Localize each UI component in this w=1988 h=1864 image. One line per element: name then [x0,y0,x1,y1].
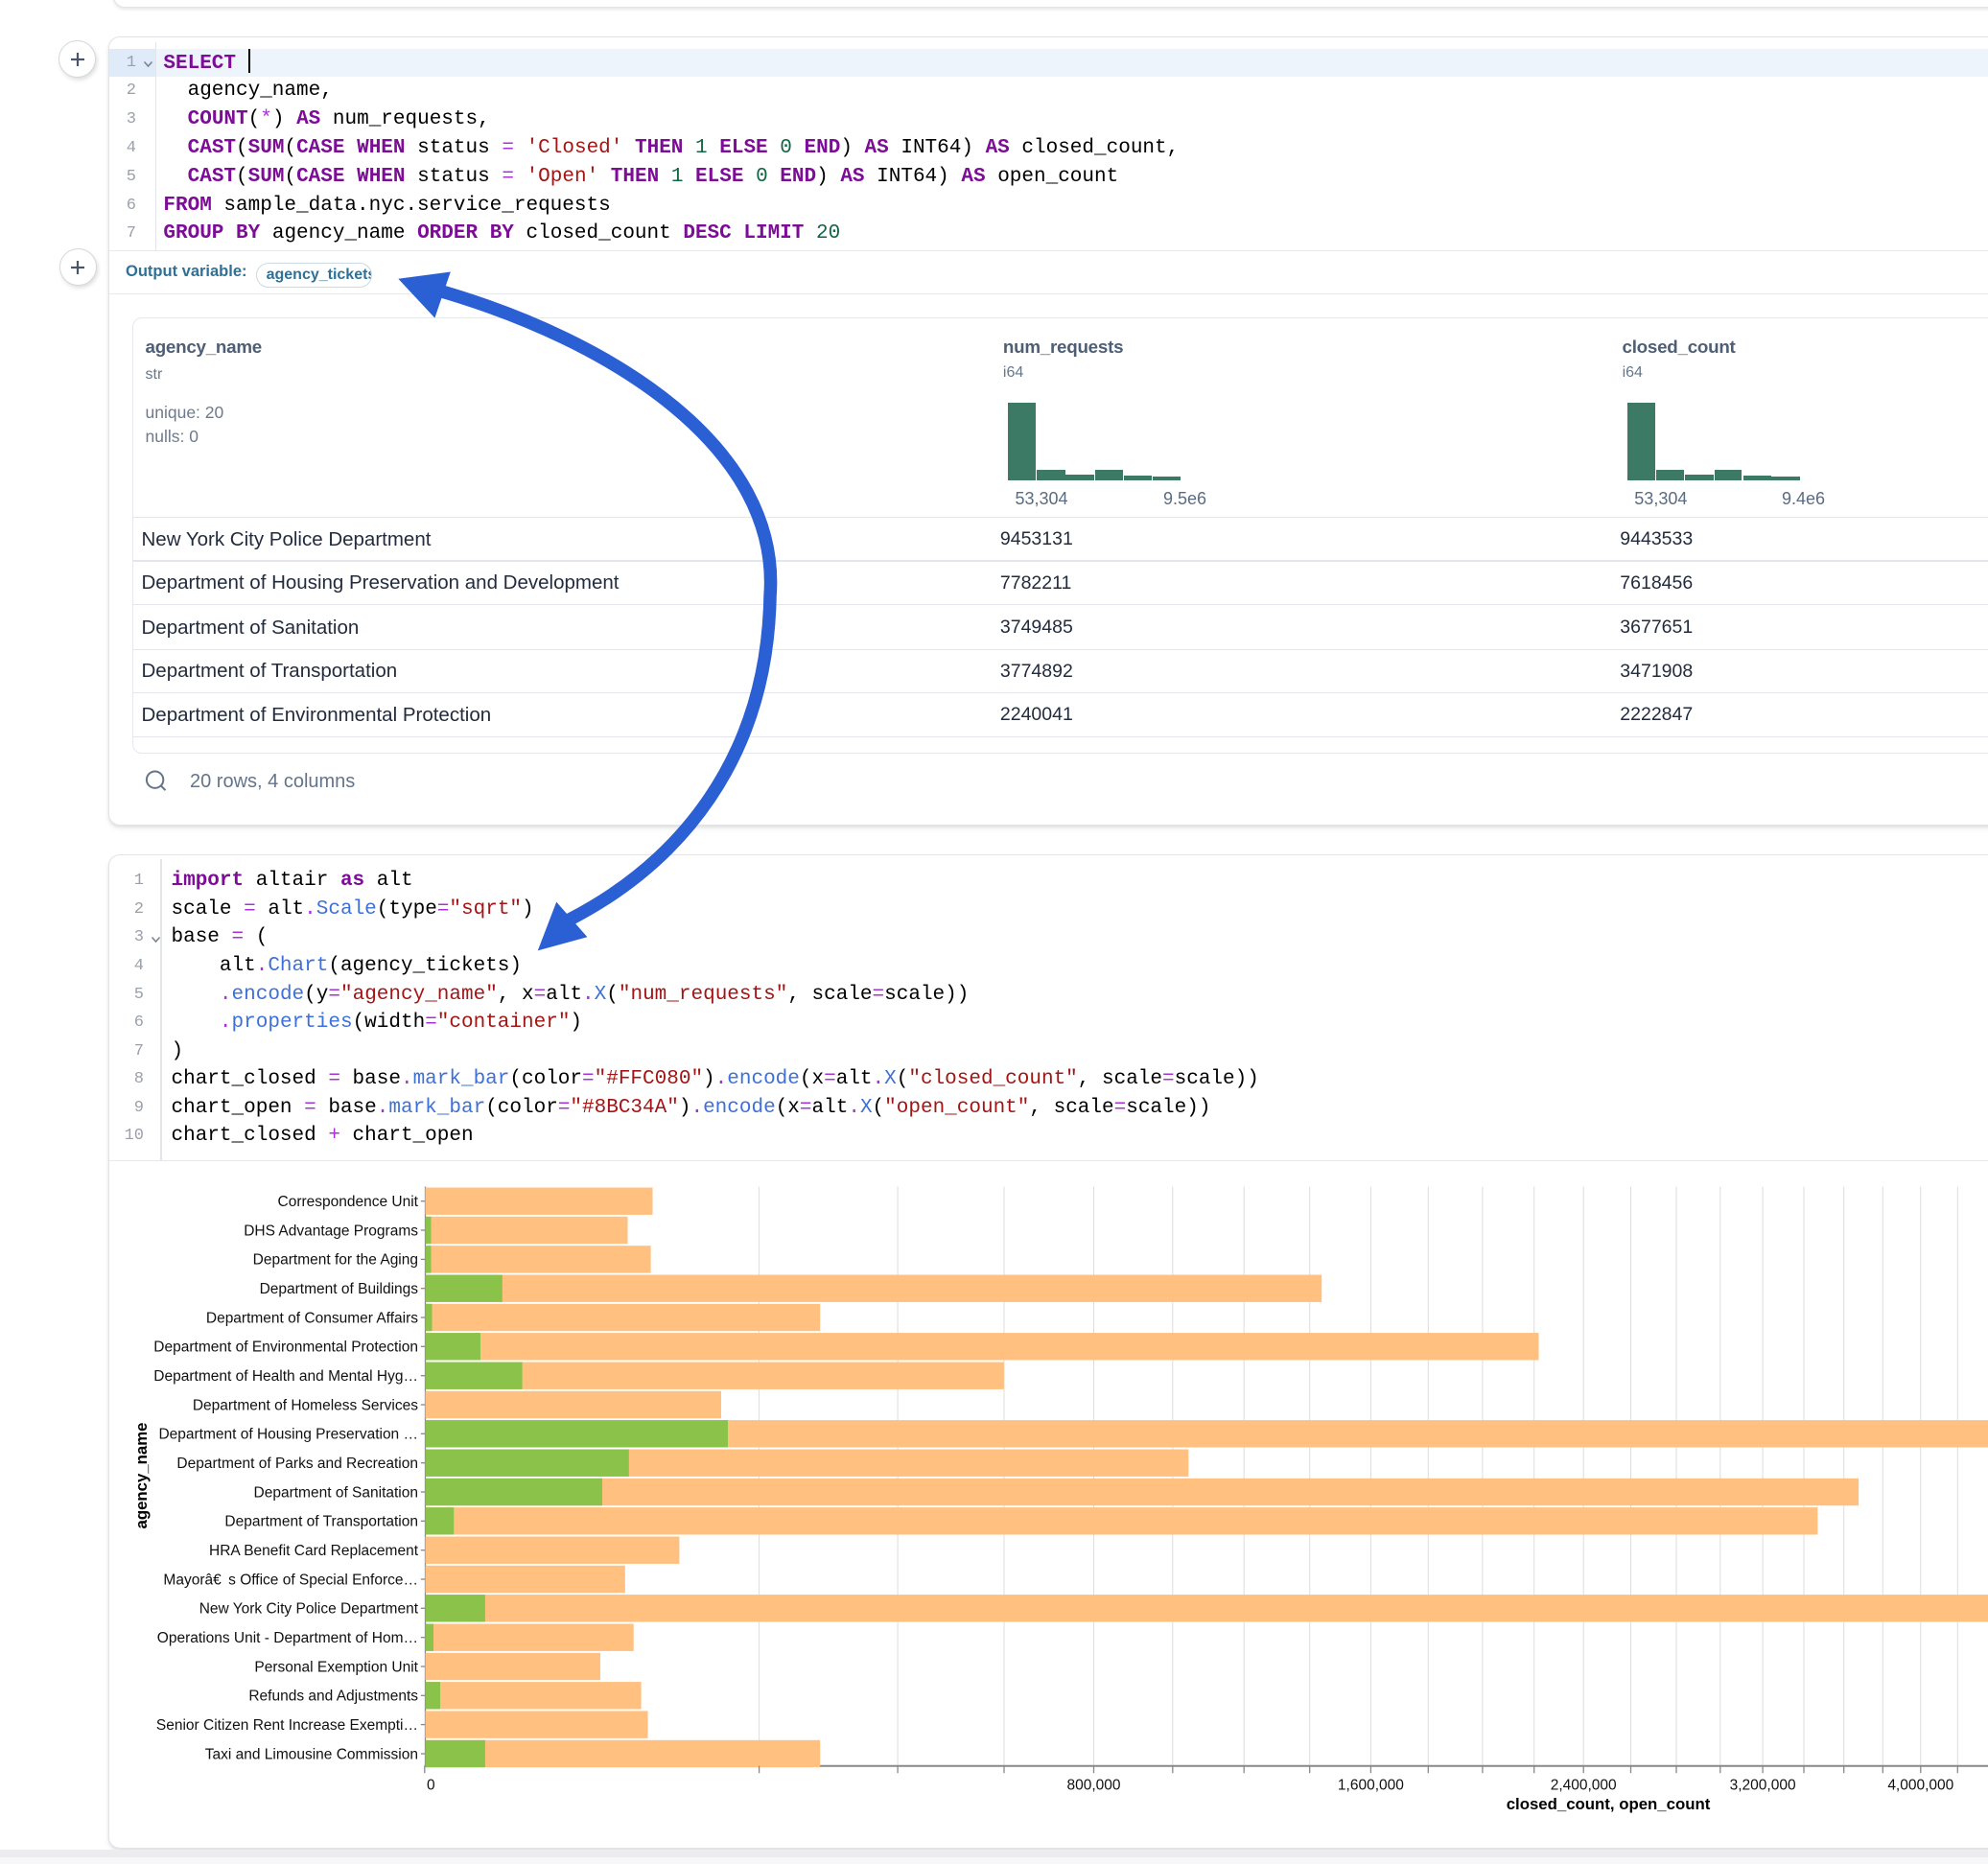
svg-text:Operations Unit - Department o: Operations Unit - Department of Hom… [157,1630,418,1646]
svg-text:Department of Housing Preserva: Department of Housing Preservation … [158,1427,418,1443]
svg-text:4,000,000: 4,000,000 [1887,1778,1953,1794]
svg-text:800,000: 800,000 [1066,1778,1120,1794]
svg-text:0: 0 [427,1778,435,1794]
svg-text:Senior Citizen Rent Increase E: Senior Citizen Rent Increase Exempti… [156,1717,418,1734]
svg-text:3,200,000: 3,200,000 [1730,1778,1796,1794]
svg-text:Mayorâ€ s Office of Special E: Mayorâ€ s Office of Special Enforce… [163,1572,418,1588]
svg-text:Department for the Aging: Department for the Aging [253,1252,418,1269]
svg-text:Refunds and Adjustments: Refunds and Adjustments [248,1689,418,1705]
svg-text:Department of Buildings: Department of Buildings [260,1281,419,1297]
svg-text:Department of Environmental Pr: Department of Environmental Protection [153,1340,418,1356]
svg-text:Department of Homeless Service: Department of Homeless Services [193,1397,418,1413]
svg-text:Taxi and Limousine Commission: Taxi and Limousine Commission [205,1746,418,1762]
svg-text:Department of Health and Menta: Department of Health and Mental Hyg… [153,1368,418,1385]
svg-text:agency_name: agency_name [132,1422,151,1528]
svg-text:New York City Police Departmen: New York City Police Department [199,1601,419,1618]
svg-text:Department of Sanitation: Department of Sanitation [254,1484,418,1501]
svg-text:Department of Parks and Recrea: Department of Parks and Recreation [176,1456,418,1472]
svg-text:DHS Advantage Programs: DHS Advantage Programs [244,1223,418,1239]
svg-text:HRA Benefit Card Replacement: HRA Benefit Card Replacement [209,1543,419,1559]
svg-text:1,600,000: 1,600,000 [1338,1778,1404,1794]
svg-text:Department of Consumer Affairs: Department of Consumer Affairs [206,1310,418,1326]
svg-text:closed_count, open_count: closed_count, open_count [1507,1795,1711,1813]
svg-text:Correspondence Unit: Correspondence Unit [278,1194,419,1210]
svg-text:Personal Exemption Unit: Personal Exemption Unit [254,1659,418,1675]
svg-text:Department of Transportation: Department of Transportation [224,1514,418,1530]
svg-text:2,400,000: 2,400,000 [1551,1778,1617,1794]
